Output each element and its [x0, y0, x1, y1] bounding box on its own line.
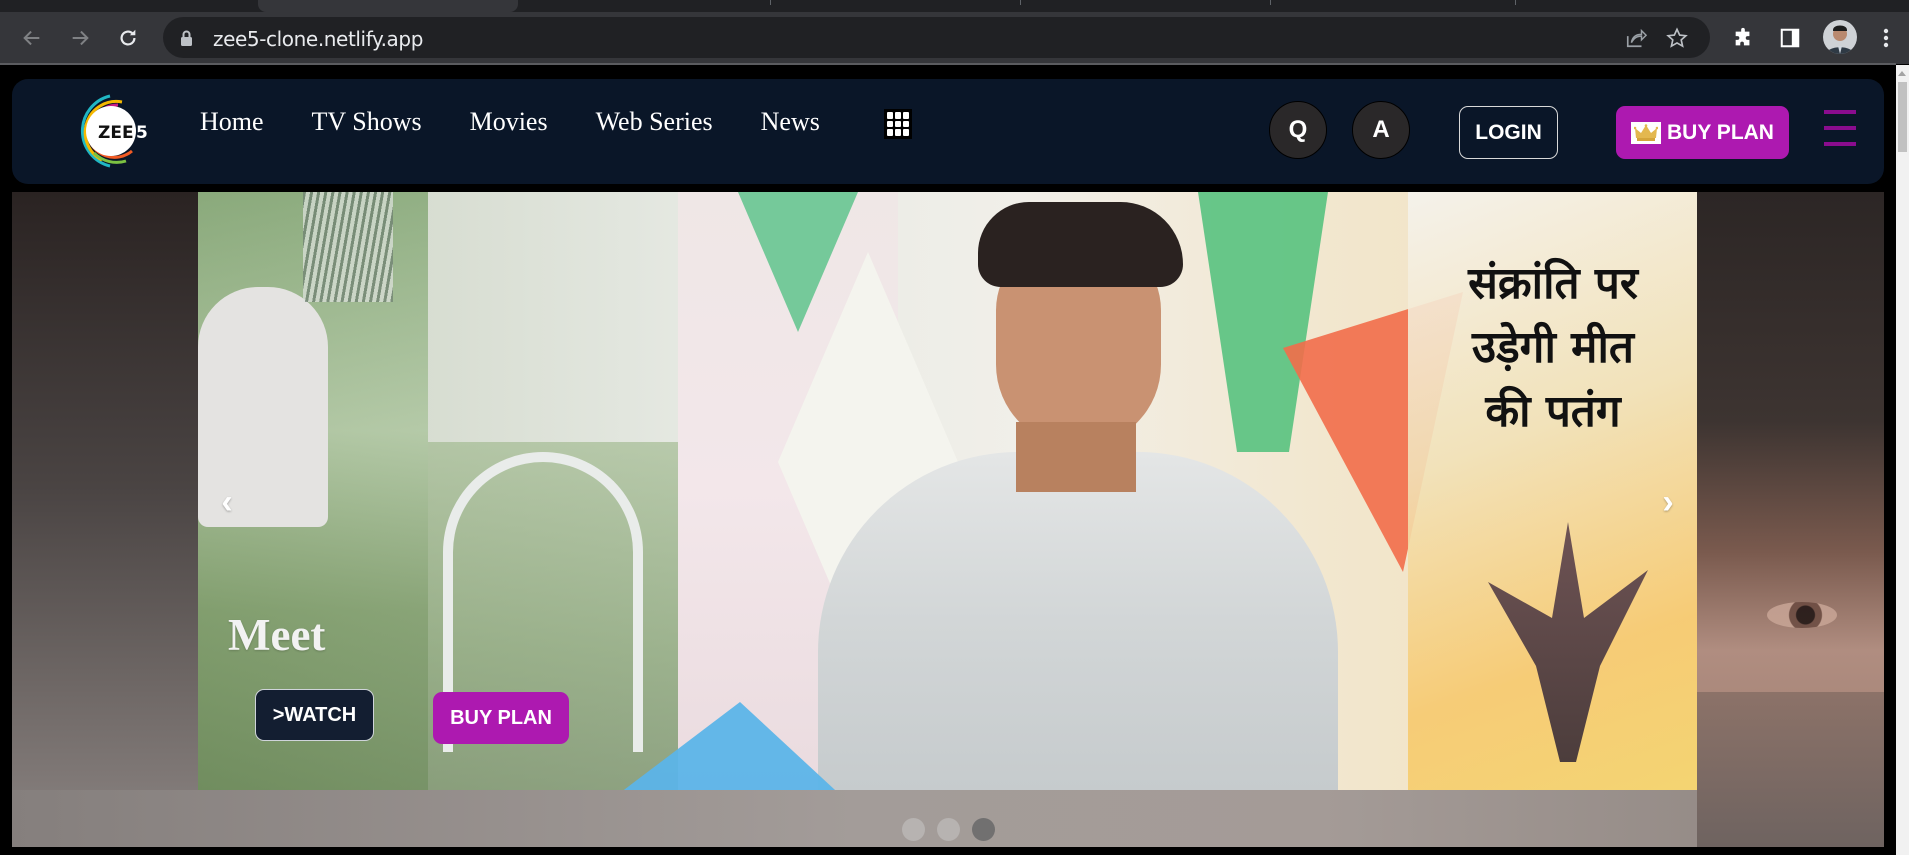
- person-hair: [978, 202, 1183, 287]
- next-slide-button[interactable]: ›: [1653, 482, 1683, 522]
- search-icon: Q: [1288, 116, 1308, 143]
- puzzle-icon: [1735, 27, 1750, 46]
- buy-plan-label: BUY PLAN: [1667, 120, 1774, 144]
- nav-home[interactable]: Home: [200, 105, 264, 135]
- lock-icon: [180, 30, 193, 51]
- slide-overlay-text: संक्रांति पर उड़ेगी मीत की पतंग: [1438, 252, 1668, 444]
- tab-separator: [1270, 0, 1271, 5]
- active-tab[interactable]: [258, 0, 518, 12]
- kebab-menu-icon: [1883, 28, 1889, 48]
- nav-web-series[interactable]: Web Series: [596, 105, 713, 135]
- prev-slide-button[interactable]: ‹: [212, 482, 242, 522]
- search-button[interactable]: Q: [1269, 101, 1327, 159]
- overlay-line: की पतंग: [1485, 386, 1621, 437]
- carousel-dot-2[interactable]: [937, 818, 960, 841]
- side-panel-icon: [1780, 28, 1800, 48]
- tab-strip: [0, 0, 1909, 12]
- side-panel-button[interactable]: [1778, 26, 1802, 50]
- share-icon: [1626, 28, 1647, 48]
- hero-carousel: संक्रांति पर उड़ेगी मीत की पतंग Meet >WA…: [12, 192, 1884, 847]
- bookmark-button[interactable]: [1665, 26, 1689, 50]
- green-kite: [738, 192, 858, 332]
- person-kurta: [818, 452, 1338, 790]
- buy-plan-button[interactable]: BUY PLAN: [1616, 106, 1789, 159]
- nav-tv-shows[interactable]: TV Shows: [312, 105, 422, 135]
- tab-separator: [1020, 0, 1021, 5]
- hamburger-icon[interactable]: [1824, 110, 1856, 146]
- nav-news[interactable]: News: [761, 105, 820, 135]
- reload-button[interactable]: [114, 24, 142, 52]
- main-nav: Home TV Shows Movies Web Series News: [200, 105, 868, 135]
- extensions-button[interactable]: [1731, 26, 1755, 50]
- star-icon: [1666, 27, 1688, 48]
- back-button[interactable]: [18, 24, 46, 52]
- language-button[interactable]: A: [1352, 101, 1410, 159]
- watch-button[interactable]: >WATCH: [255, 689, 374, 741]
- browser-menu-button[interactable]: [1874, 26, 1898, 50]
- chevron-right-icon: ›: [1662, 482, 1674, 521]
- person-neck: [1016, 422, 1136, 492]
- grid-icon[interactable]: [884, 109, 912, 139]
- page-scrollbar[interactable]: [1896, 65, 1909, 855]
- preview-beard-shape: [1697, 692, 1884, 847]
- next-slide-preview[interactable]: [1697, 192, 1884, 847]
- browser-toolbar: zee5-clone.netlify.app: [0, 12, 1909, 64]
- slide-title: Meet: [228, 610, 326, 660]
- scroll-up-arrow-icon[interactable]: [1898, 71, 1906, 76]
- scrollbar-thumb[interactable]: [1898, 82, 1907, 152]
- chevron-left-icon: ‹: [221, 482, 233, 521]
- overlay-line: संक्रांति पर: [1468, 258, 1638, 309]
- address-bar[interactable]: zee5-clone.netlify.app: [163, 17, 1710, 58]
- profile-avatar[interactable]: [1823, 20, 1857, 54]
- nav-movies[interactable]: Movies: [470, 105, 548, 135]
- login-button[interactable]: LOGIN: [1459, 106, 1558, 159]
- crown-icon: [1631, 121, 1662, 144]
- site-header: ZEE 5 Home TV Shows Movies Web Series Ne…: [12, 79, 1884, 184]
- zee5-logo-icon: ZEE 5: [80, 94, 148, 168]
- toolbar-divider: [0, 63, 1896, 65]
- language-icon: A: [1372, 116, 1390, 143]
- person-icon: [1826, 25, 1854, 54]
- tab-separator: [1515, 0, 1516, 5]
- reload-icon: [120, 29, 136, 46]
- arrow-right-icon: [72, 30, 89, 46]
- zee5-logo[interactable]: ZEE 5: [72, 93, 162, 169]
- preview-eye-shape: [1767, 602, 1837, 628]
- share-button[interactable]: [1624, 26, 1648, 50]
- carousel-dot-3[interactable]: [972, 818, 995, 841]
- arrow-left-icon: [23, 30, 40, 46]
- logo-text: ZEE: [98, 123, 134, 143]
- forward-button[interactable]: [66, 24, 94, 52]
- green-kite-right: [1198, 192, 1328, 452]
- carousel-dot-1[interactable]: [902, 818, 925, 841]
- carousel-indicators: [902, 818, 995, 841]
- overlay-line: उड़ेगी मीत: [1472, 322, 1634, 373]
- active-slide[interactable]: संक्रांति पर उड़ेगी मीत की पतंग Meet >WA…: [198, 192, 1697, 790]
- slide-buy-plan-button[interactable]: BUY PLAN: [433, 692, 569, 744]
- tab-separator: [770, 0, 771, 5]
- logo-digit: 5: [136, 123, 148, 143]
- tinsel-decoration: [303, 192, 393, 302]
- url-text[interactable]: zee5-clone.netlify.app: [213, 27, 423, 51]
